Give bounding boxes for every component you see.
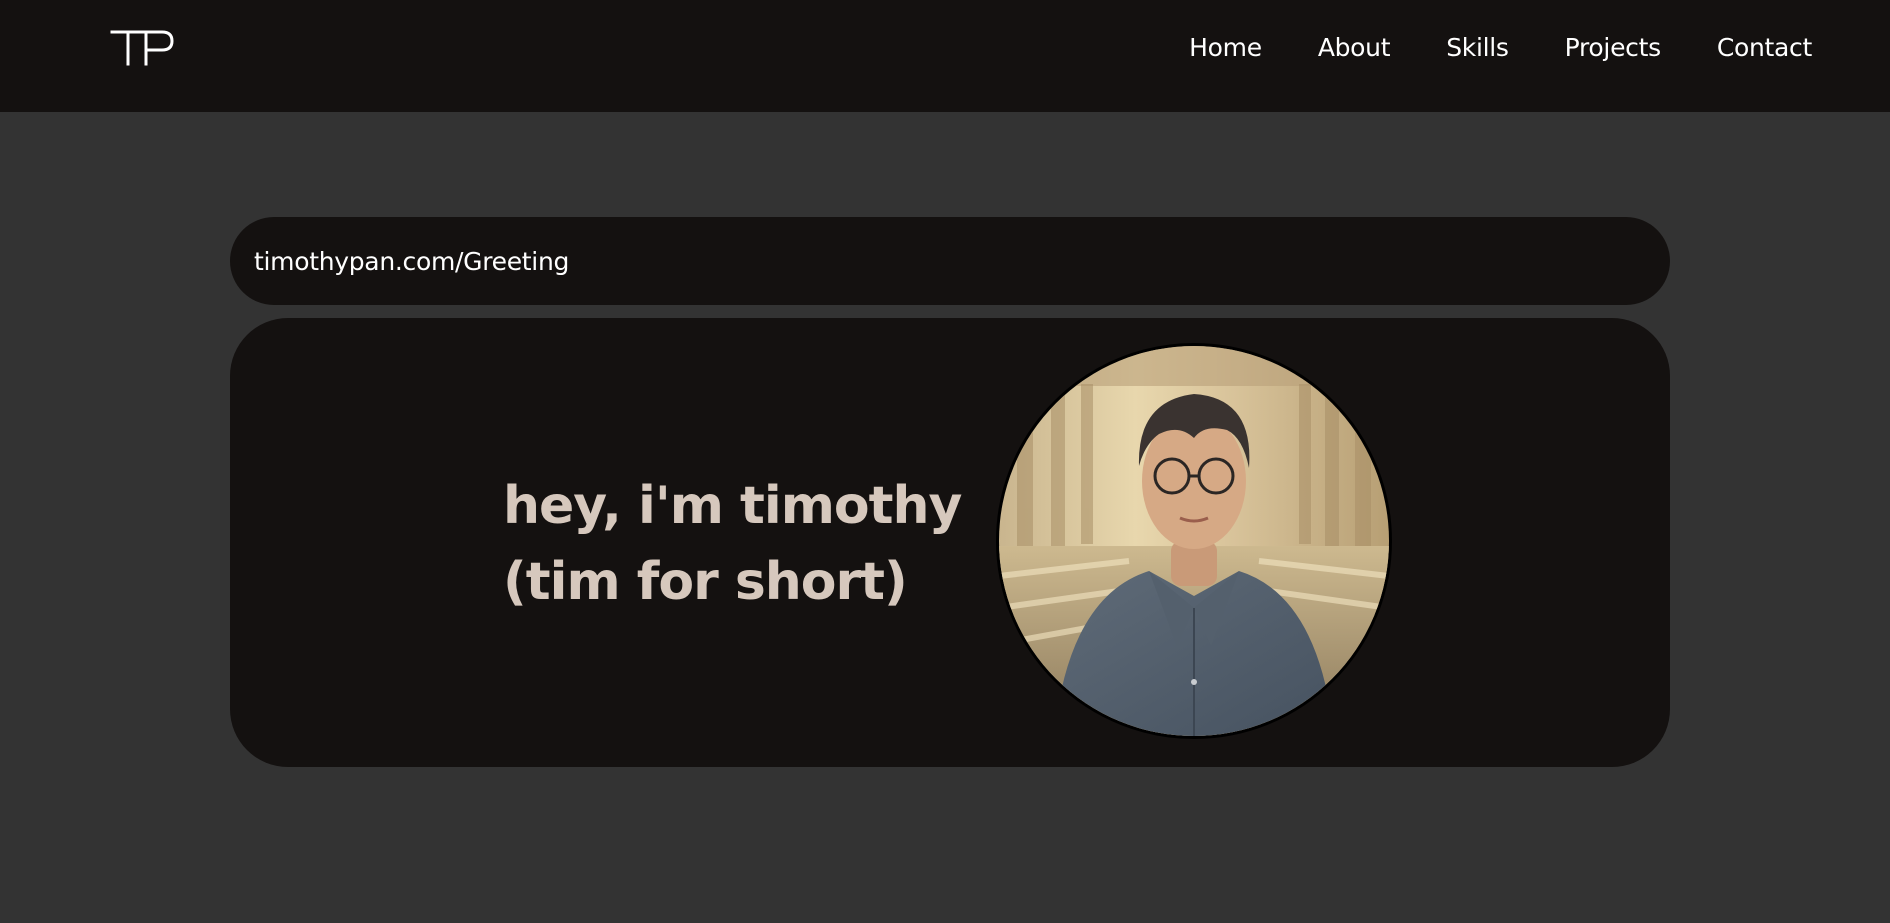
portrait-photo (996, 343, 1392, 739)
greeting-heading: hey, i'm timothy (tim for short) (503, 468, 962, 620)
greeting-line-1: hey, i'm timothy (503, 476, 962, 536)
greeting-line-2: (tim for short) (503, 552, 908, 612)
nav-contact[interactable]: Contact (1717, 30, 1812, 66)
tp-logo-icon (110, 30, 174, 66)
hero-card: hey, i'm timothy (tim for short) (230, 318, 1670, 767)
nav-home[interactable]: Home (1189, 30, 1262, 66)
nav-skills[interactable]: Skills (1446, 30, 1509, 66)
url-text: timothypan.com/Greeting (254, 246, 570, 276)
navbar: Home About Skills Projects Contact (0, 0, 1890, 112)
logo[interactable] (110, 28, 176, 68)
nav-projects[interactable]: Projects (1565, 30, 1661, 66)
person-portrait-icon (999, 346, 1389, 736)
nav-about[interactable]: About (1318, 30, 1391, 66)
nav-links: Home About Skills Projects Contact (1133, 30, 1812, 66)
url-bar: timothypan.com/Greeting (230, 217, 1670, 305)
